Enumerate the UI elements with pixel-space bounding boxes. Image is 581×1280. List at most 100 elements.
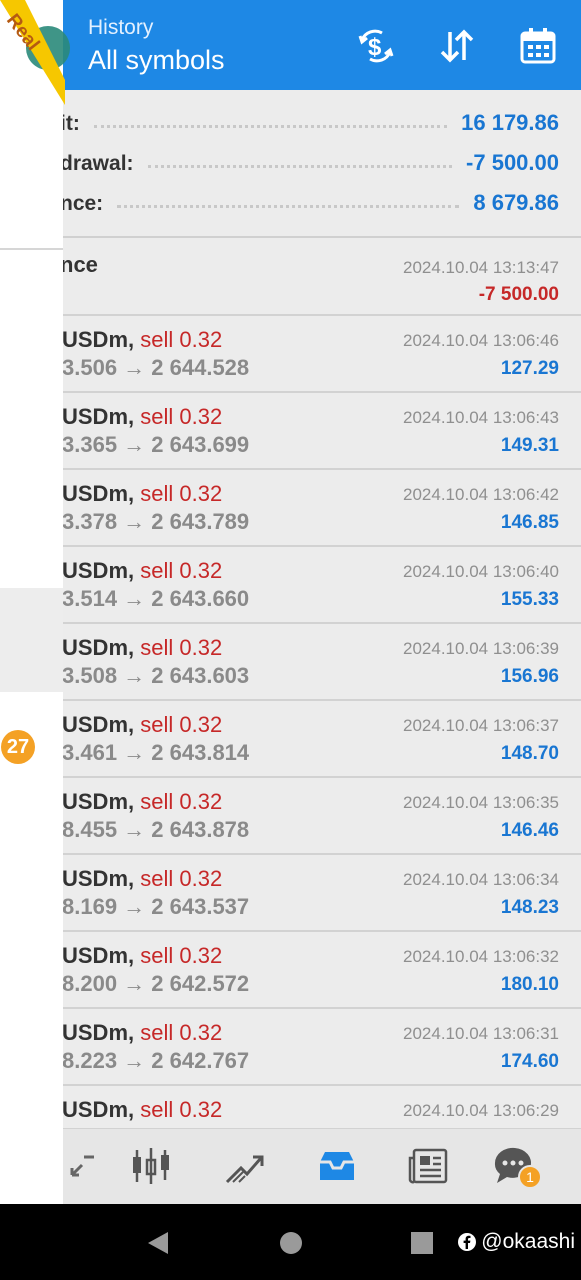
deal-action: sell 0.32	[140, 327, 223, 352]
facebook-icon	[458, 1233, 477, 1251]
history-icon[interactable]	[312, 1143, 362, 1189]
sort-icon[interactable]	[437, 26, 477, 66]
deal-symbol: USDm, sell 0.32	[62, 712, 223, 737]
deal-prices: 3.378 → 2 643.789	[62, 509, 250, 534]
header-subtitle: History	[88, 16, 154, 39]
deal-prices: 8.223 → 2 642.767	[62, 1048, 250, 1073]
deal-symbol: USDm, sell 0.32	[62, 1020, 223, 1045]
deal-prices: 3.365 → 2 643.699	[62, 432, 250, 457]
deal-prices: 3.506 → 2 644.528	[62, 355, 250, 380]
chat-icon[interactable]: 1	[490, 1143, 542, 1189]
bottom-navigation: 1	[0, 1128, 581, 1204]
deal-row[interactable]: USDm, sell 0.32 8.223 → 2 642.767 2024.1…	[0, 1009, 581, 1086]
deal-profit: 149.31	[500, 435, 559, 456]
deal-profit: 180.10	[500, 974, 559, 995]
deal-symbol: USDm, sell 0.32	[62, 404, 223, 429]
watermark: @okaashi	[457, 1230, 575, 1254]
deal-time: 2024.10.04 13:06:40	[403, 562, 559, 581]
summary-label: nce:	[60, 192, 104, 215]
deal-symbol: USDm, sell 0.32	[62, 635, 223, 660]
deal-action: sell 0.32	[140, 404, 223, 429]
deal-time: 2024.10.04 13:06:34	[403, 870, 559, 889]
deal-action: sell 0.32	[140, 943, 223, 968]
deal-time: 2024.10.04 13:06:31	[403, 1024, 559, 1043]
balance-time: 2024.10.04 13:13:47	[403, 258, 559, 277]
deal-prices: 3.461 → 2 643.814	[62, 740, 250, 765]
deal-profit: 174.60	[500, 1051, 559, 1072]
deal-time: 2024.10.04 13:06:39	[403, 639, 559, 658]
balance-label: nce	[60, 252, 98, 277]
watermark-text: @okaashi	[481, 1230, 575, 1253]
deal-profit: 148.70	[500, 743, 559, 764]
balance-operation-row[interactable]: nce 2024.10.04 13:13:47 -7 500.00	[0, 238, 581, 316]
dotted-leader	[148, 165, 452, 168]
deal-symbol: USDm, sell 0.32	[62, 866, 223, 891]
summary-value: 8 679.86	[473, 190, 559, 215]
deal-symbol: USDm, sell 0.32	[62, 1097, 223, 1122]
deal-profit: 146.85	[500, 512, 559, 533]
deal-row[interactable]: USDm, sell 0.32 8.455 → 2 643.878 2024.1…	[0, 778, 581, 855]
deal-prices: 8.169 → 2 643.537	[62, 894, 250, 919]
app-header: History All symbols $	[0, 0, 581, 90]
calendar-icon[interactable]	[518, 26, 558, 66]
svg-text:$: $	[368, 34, 382, 61]
deal-row[interactable]: USDm, sell 0.32 3.365 → 2 643.699 2024.1…	[0, 393, 581, 470]
system-navigation-bar: @okaashi	[0, 1204, 581, 1280]
side-drawer[interactable]: 27	[0, 0, 63, 1204]
deal-action: sell 0.32	[140, 635, 223, 660]
deal-time: 2024.10.04 13:06:46	[403, 331, 559, 350]
chat-badge: 1	[518, 1165, 542, 1189]
drawer-highlight	[0, 588, 63, 692]
summary-value: 16 179.86	[461, 110, 559, 135]
deal-row[interactable]: USDm, sell 0.32 8.200 → 2 642.572 2024.1…	[0, 932, 581, 1009]
news-icon[interactable]	[404, 1143, 454, 1189]
home-icon[interactable]	[279, 1230, 303, 1261]
deal-row[interactable]: USDm, sell 0.32 3.461 → 2 643.814 2024.1…	[0, 701, 581, 778]
deal-prices: 3.508 → 2 643.603	[62, 663, 250, 688]
dotted-leader	[117, 205, 459, 208]
deal-profit: 146.46	[500, 820, 559, 841]
deal-action: sell 0.32	[140, 866, 223, 891]
recents-icon[interactable]	[410, 1230, 434, 1261]
deal-time: 2024.10.04 13:06:32	[403, 947, 559, 966]
header-title[interactable]: All symbols	[88, 45, 225, 76]
deal-profit: 156.96	[500, 666, 559, 687]
deal-profit: 155.33	[500, 589, 559, 610]
deal-action: sell 0.32	[140, 1097, 223, 1122]
deal-symbol: USDm, sell 0.32	[62, 789, 223, 814]
back-icon[interactable]	[146, 1230, 170, 1261]
deal-row[interactable]: USDm, sell 0.32 3.514 → 2 643.660 2024.1…	[0, 547, 581, 624]
deal-row[interactable]: USDm, sell 0.32 3.506 → 2 644.528 2024.1…	[0, 316, 581, 393]
deal-action: sell 0.32	[140, 789, 223, 814]
summary-row-deposit: it: 16 179.86	[0, 104, 581, 144]
deal-row[interactable]: USDm, sell 0.32 3.378 → 2 643.789 2024.1…	[0, 470, 581, 547]
quotes-icon[interactable]	[58, 1143, 108, 1189]
deal-prices: 3.514 → 2 643.660	[62, 586, 250, 611]
account-summary: it: 16 179.86 drawal: -7 500.00 nce: 8 6…	[0, 90, 581, 238]
deal-profit: 148.23	[500, 897, 559, 918]
deal-time: 2024.10.04 13:06:43	[403, 408, 559, 427]
deal-row[interactable]: USDm, sell 0.32 3.508 → 2 643.603 2024.1…	[0, 624, 581, 701]
deal-row[interactable]: USDm, sell 0.32 8.169 → 2 643.537 2024.1…	[0, 855, 581, 932]
deal-time: 2024.10.04 13:06:29	[403, 1101, 559, 1120]
deal-symbol: USDm, sell 0.32	[62, 481, 223, 506]
real-account-ribbon: Real	[0, 0, 70, 110]
drawer-divider	[0, 248, 63, 250]
app-screen: History All symbols $ it: 16 179.86 draw…	[0, 0, 581, 1204]
dotted-leader	[94, 125, 447, 128]
summary-label: drawal:	[60, 152, 134, 175]
drawer-count-badge: 27	[1, 730, 35, 764]
exchange-dollar-icon[interactable]: $	[356, 26, 396, 66]
deal-action: sell 0.32	[140, 481, 223, 506]
chart-icon[interactable]	[126, 1143, 176, 1189]
deal-symbol: USDm, sell 0.32	[62, 558, 223, 583]
summary-value: -7 500.00	[466, 150, 559, 175]
summary-row-balance: nce: 8 679.86	[0, 184, 581, 224]
deal-prices: 8.455 → 2 643.878	[62, 817, 250, 842]
balance-amount: -7 500.00	[478, 284, 559, 305]
trade-icon[interactable]	[220, 1143, 270, 1189]
deal-time: 2024.10.04 13:06:35	[403, 793, 559, 812]
deal-prices: 8.200 → 2 642.572	[62, 971, 250, 996]
deal-time: 2024.10.04 13:06:37	[403, 716, 559, 735]
summary-row-withdrawal: drawal: -7 500.00	[0, 144, 581, 184]
